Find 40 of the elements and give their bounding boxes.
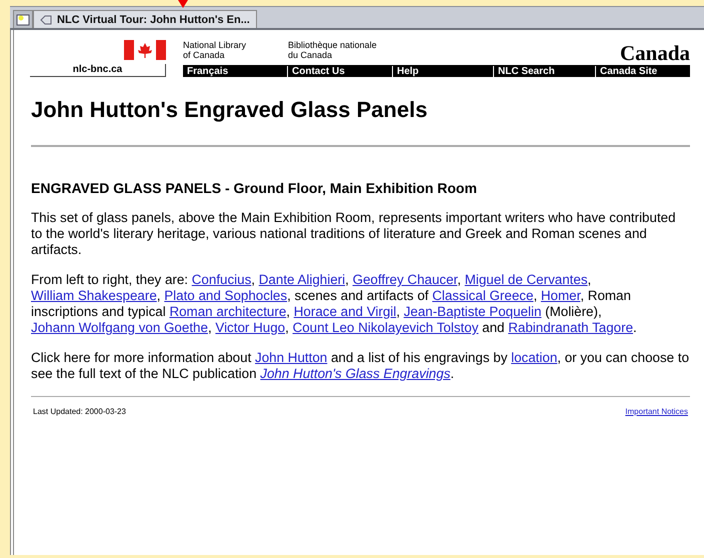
nav-link[interactable]: Contact Us (287, 66, 392, 76)
tab[interactable] (13, 10, 33, 28)
link[interactable]: John Hutton (255, 350, 328, 365)
link[interactable]: Count Leo Nikolayevich Tolstoy (292, 320, 478, 335)
tab[interactable]: NLC Virtual Tour: John Hutton's En... (33, 10, 257, 28)
library-name: National Library of Canada (183, 40, 248, 62)
link[interactable]: Classical Greece (432, 288, 534, 303)
last-updated: Last Updated: 2000-03-23 (33, 407, 126, 416)
link[interactable]: location (511, 350, 558, 365)
site-address: nlc-bnc.ca (30, 64, 166, 77)
nav-link[interactable]: Canada Site (595, 66, 662, 76)
link[interactable]: Horace and Virgil (294, 304, 396, 319)
link[interactable]: Homer (540, 288, 580, 303)
paragraph: From left to right, they are: Confucius, Dante Alighieri, Geoffrey Chaucer, Miguel de Cervantes, William Shakespeare, Plato and Sophocles, scenes and artifacts of Classical Greece, Homer, Roman inscriptions and typical Roman architecture, Horace and Virgil, Jean-Baptiste Poquelin (Molière), Johann Wolfgang von Goethe, Victor Hugo, Count Leo Nikolayevich Tolstoy and Rabindranath Tagore. (31, 272, 638, 336)
nav-link[interactable]: NLC Search (493, 66, 595, 76)
link[interactable]: John Hutton's Glass Engravings (260, 366, 450, 381)
link[interactable]: Johann Wolfgang von Goethe (31, 320, 208, 335)
link[interactable]: Dante Alighieri (258, 272, 346, 287)
section-heading: ENGRAVED GLASS PANELS - Ground Floor, Main Exhibition Room (31, 180, 478, 196)
window-icon (16, 14, 30, 26)
flag-icon (124, 40, 166, 60)
library-name: Bibliothèque nationale du Canada (288, 40, 378, 62)
nav-link[interactable]: Français (183, 66, 287, 76)
link[interactable]: Victor Hugo (215, 320, 286, 335)
link[interactable]: Confucius (192, 272, 252, 287)
nav-link[interactable]: Help (392, 66, 493, 76)
canada-wordmark: Canada (620, 42, 690, 65)
link[interactable]: Rabindranath Tagore (508, 320, 634, 335)
link[interactable]: Plato and Sophocles (164, 288, 288, 303)
link[interactable]: Miguel de Cervantes (464, 272, 588, 287)
link[interactable]: William Shakespeare (31, 288, 157, 303)
tag-icon (40, 14, 52, 24)
pointer-marker-icon (178, 0, 188, 8)
paragraph: This set of glass panels, above the Main Exhibition Room, represents important writers who have contributed to the world's literary heritage, various national traditions of literature and Greek and Roman scenes and artifacts. (31, 210, 677, 258)
page-title: John Hutton's Engraved Glass Panels (31, 97, 428, 123)
link[interactable]: Roman architecture (169, 304, 286, 319)
link[interactable]: Jean-Baptiste Poquelin (404, 304, 542, 319)
link[interactable]: Geoffrey Chaucer (352, 272, 458, 287)
notices-link[interactable]: Important Notices (625, 407, 688, 416)
paragraph: Click here for more information about John Hutton and a list of his engravings by location, or you can choose to see the full text of the NLC publication John Hutton's Glass Engravings. (31, 350, 690, 382)
